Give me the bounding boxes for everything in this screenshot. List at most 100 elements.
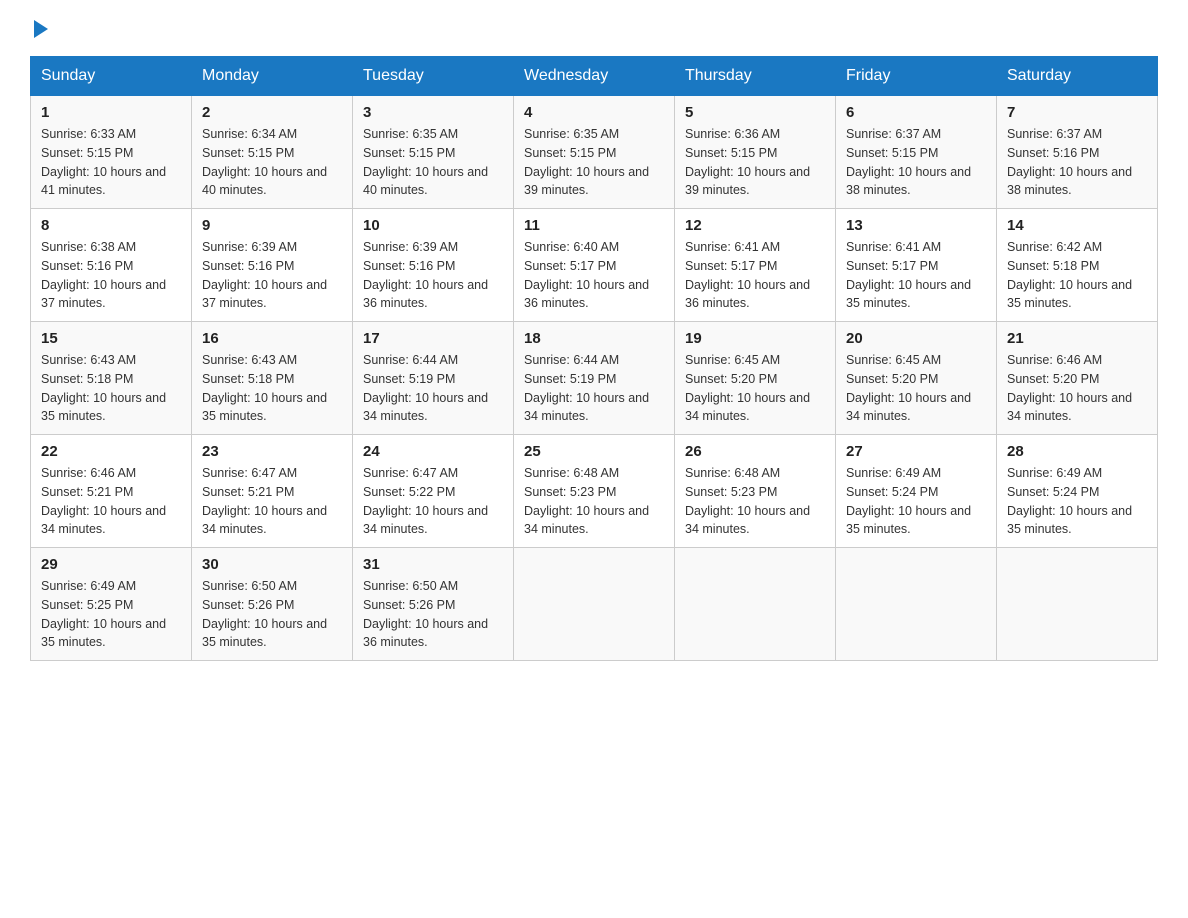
day-number: 26 (685, 443, 825, 460)
day-number: 24 (363, 443, 503, 460)
calendar-cell: 7 Sunrise: 6:37 AMSunset: 5:16 PMDaylight… (997, 96, 1158, 209)
day-info: Sunrise: 6:43 AMSunset: 5:18 PMDaylight:… (202, 351, 342, 426)
day-number: 3 (363, 104, 503, 121)
day-info: Sunrise: 6:40 AMSunset: 5:17 PMDaylight:… (524, 238, 664, 313)
calendar-cell: 12 Sunrise: 6:41 AMSunset: 5:17 PMDayligh… (675, 209, 836, 322)
day-info: Sunrise: 6:46 AMSunset: 5:21 PMDaylight:… (41, 464, 181, 539)
day-number: 30 (202, 556, 342, 573)
weekday-header-monday: Monday (192, 57, 353, 96)
calendar-cell: 6 Sunrise: 6:37 AMSunset: 5:15 PMDaylight… (836, 96, 997, 209)
day-info: Sunrise: 6:33 AMSunset: 5:15 PMDaylight:… (41, 125, 181, 200)
day-info: Sunrise: 6:46 AMSunset: 5:20 PMDaylight:… (1007, 351, 1147, 426)
day-number: 4 (524, 104, 664, 121)
calendar-cell: 19Sunrise: 6:45 AMSunset: 5:20 PMDayligh… (675, 322, 836, 435)
day-info: Sunrise: 6:49 AMSunset: 5:25 PMDaylight:… (41, 577, 181, 652)
weekday-header-thursday: Thursday (675, 57, 836, 96)
day-info: Sunrise: 6:41 AMSunset: 5:17 PMDaylight:… (846, 238, 986, 313)
day-number: 19 (685, 330, 825, 347)
week-row-2: 8Sunrise: 6:38 AMSunset: 5:16 PMDaylight… (31, 209, 1158, 322)
day-info: Sunrise: 6:43 AMSunset: 5:18 PMDaylight:… (41, 351, 181, 426)
day-info: Sunrise: 6:37 AMSunset: 5:15 PMDaylight:… (846, 125, 986, 200)
day-info: Sunrise: 6:49 AMSunset: 5:24 PMDaylight:… (846, 464, 986, 539)
day-number: 31 (363, 556, 503, 573)
calendar-cell: 23 Sunrise: 6:47 AMSunset: 5:21 PMDayligh… (192, 435, 353, 548)
calendar-cell: 17 Sunrise: 6:44 AMSunset: 5:19 PMDayligh… (353, 322, 514, 435)
calendar-cell: 28 Sunrise: 6:49 AMSunset: 5:24 PMDayligh… (997, 435, 1158, 548)
calendar-cell: 13Sunrise: 6:41 AMSunset: 5:17 PMDayligh… (836, 209, 997, 322)
day-info: Sunrise: 6:50 AMSunset: 5:26 PMDaylight:… (363, 577, 503, 652)
day-number: 16 (202, 330, 342, 347)
day-number: 27 (846, 443, 986, 460)
calendar-cell: 27 Sunrise: 6:49 AMSunset: 5:24 PMDayligh… (836, 435, 997, 548)
day-number: 1 (41, 104, 181, 121)
day-number: 12 (685, 217, 825, 234)
day-info: Sunrise: 6:39 AMSunset: 5:16 PMDaylight:… (363, 238, 503, 313)
calendar-cell: 1 Sunrise: 6:33 AMSunset: 5:15 PMDaylight… (31, 96, 192, 209)
day-number: 17 (363, 330, 503, 347)
week-row-3: 15 Sunrise: 6:43 AMSunset: 5:18 PMDayligh… (31, 322, 1158, 435)
calendar-cell: 20 Sunrise: 6:45 AMSunset: 5:20 PMDayligh… (836, 322, 997, 435)
calendar-cell: 25 Sunrise: 6:48 AMSunset: 5:23 PMDayligh… (514, 435, 675, 548)
calendar-cell: 15 Sunrise: 6:43 AMSunset: 5:18 PMDayligh… (31, 322, 192, 435)
week-row-4: 22 Sunrise: 6:46 AMSunset: 5:21 PMDayligh… (31, 435, 1158, 548)
calendar-cell (997, 548, 1158, 661)
day-info: Sunrise: 6:44 AMSunset: 5:19 PMDaylight:… (363, 351, 503, 426)
calendar-cell: 31 Sunrise: 6:50 AMSunset: 5:26 PMDayligh… (353, 548, 514, 661)
weekday-header-friday: Friday (836, 57, 997, 96)
day-number: 22 (41, 443, 181, 460)
day-number: 28 (1007, 443, 1147, 460)
calendar-cell: 30 Sunrise: 6:50 AMSunset: 5:26 PMDayligh… (192, 548, 353, 661)
calendar-cell: 5Sunrise: 6:36 AMSunset: 5:15 PMDaylight… (675, 96, 836, 209)
day-number: 8 (41, 217, 181, 234)
calendar-cell: 9 Sunrise: 6:39 AMSunset: 5:16 PMDaylight… (192, 209, 353, 322)
day-info: Sunrise: 6:45 AMSunset: 5:20 PMDaylight:… (846, 351, 986, 426)
calendar-cell: 21 Sunrise: 6:46 AMSunset: 5:20 PMDayligh… (997, 322, 1158, 435)
calendar-cell: 10 Sunrise: 6:39 AMSunset: 5:16 PMDayligh… (353, 209, 514, 322)
page-header (30, 20, 1158, 40)
weekday-header-tuesday: Tuesday (353, 57, 514, 96)
day-info: Sunrise: 6:39 AMSunset: 5:16 PMDaylight:… (202, 238, 342, 313)
day-number: 14 (1007, 217, 1147, 234)
day-number: 7 (1007, 104, 1147, 121)
calendar-cell (836, 548, 997, 661)
weekday-header-saturday: Saturday (997, 57, 1158, 96)
day-number: 10 (363, 217, 503, 234)
calendar-cell: 14 Sunrise: 6:42 AMSunset: 5:18 PMDayligh… (997, 209, 1158, 322)
weekday-header-sunday: Sunday (31, 57, 192, 96)
day-number: 6 (846, 104, 986, 121)
logo-arrow-icon (34, 20, 48, 38)
day-info: Sunrise: 6:41 AMSunset: 5:17 PMDaylight:… (685, 238, 825, 313)
day-info: Sunrise: 6:44 AMSunset: 5:19 PMDaylight:… (524, 351, 664, 426)
day-number: 23 (202, 443, 342, 460)
day-info: Sunrise: 6:36 AMSunset: 5:15 PMDaylight:… (685, 125, 825, 200)
calendar-cell: 2Sunrise: 6:34 AMSunset: 5:15 PMDaylight… (192, 96, 353, 209)
day-info: Sunrise: 6:42 AMSunset: 5:18 PMDaylight:… (1007, 238, 1147, 313)
day-number: 18 (524, 330, 664, 347)
weekday-header-row: SundayMondayTuesdayWednesdayThursdayFrid… (31, 57, 1158, 96)
calendar-cell: 26 Sunrise: 6:48 AMSunset: 5:23 PMDayligh… (675, 435, 836, 548)
day-info: Sunrise: 6:35 AMSunset: 5:15 PMDaylight:… (363, 125, 503, 200)
day-number: 25 (524, 443, 664, 460)
day-info: Sunrise: 6:48 AMSunset: 5:23 PMDaylight:… (524, 464, 664, 539)
day-number: 9 (202, 217, 342, 234)
calendar-cell: 11Sunrise: 6:40 AMSunset: 5:17 PMDayligh… (514, 209, 675, 322)
day-info: Sunrise: 6:49 AMSunset: 5:24 PMDaylight:… (1007, 464, 1147, 539)
day-info: Sunrise: 6:47 AMSunset: 5:22 PMDaylight:… (363, 464, 503, 539)
day-info: Sunrise: 6:50 AMSunset: 5:26 PMDaylight:… (202, 577, 342, 652)
day-number: 21 (1007, 330, 1147, 347)
day-number: 2 (202, 104, 342, 121)
day-info: Sunrise: 6:37 AMSunset: 5:16 PMDaylight:… (1007, 125, 1147, 200)
day-info: Sunrise: 6:48 AMSunset: 5:23 PMDaylight:… (685, 464, 825, 539)
calendar-table: SundayMondayTuesdayWednesdayThursdayFrid… (30, 56, 1158, 661)
week-row-5: 29 Sunrise: 6:49 AMSunset: 5:25 PMDayligh… (31, 548, 1158, 661)
day-number: 20 (846, 330, 986, 347)
week-row-1: 1 Sunrise: 6:33 AMSunset: 5:15 PMDaylight… (31, 96, 1158, 209)
day-info: Sunrise: 6:35 AMSunset: 5:15 PMDaylight:… (524, 125, 664, 200)
day-number: 15 (41, 330, 181, 347)
day-info: Sunrise: 6:47 AMSunset: 5:21 PMDaylight:… (202, 464, 342, 539)
calendar-cell (514, 548, 675, 661)
calendar-cell: 8Sunrise: 6:38 AMSunset: 5:16 PMDaylight… (31, 209, 192, 322)
weekday-header-wednesday: Wednesday (514, 57, 675, 96)
calendar-cell: 18 Sunrise: 6:44 AMSunset: 5:19 PMDayligh… (514, 322, 675, 435)
day-number: 29 (41, 556, 181, 573)
